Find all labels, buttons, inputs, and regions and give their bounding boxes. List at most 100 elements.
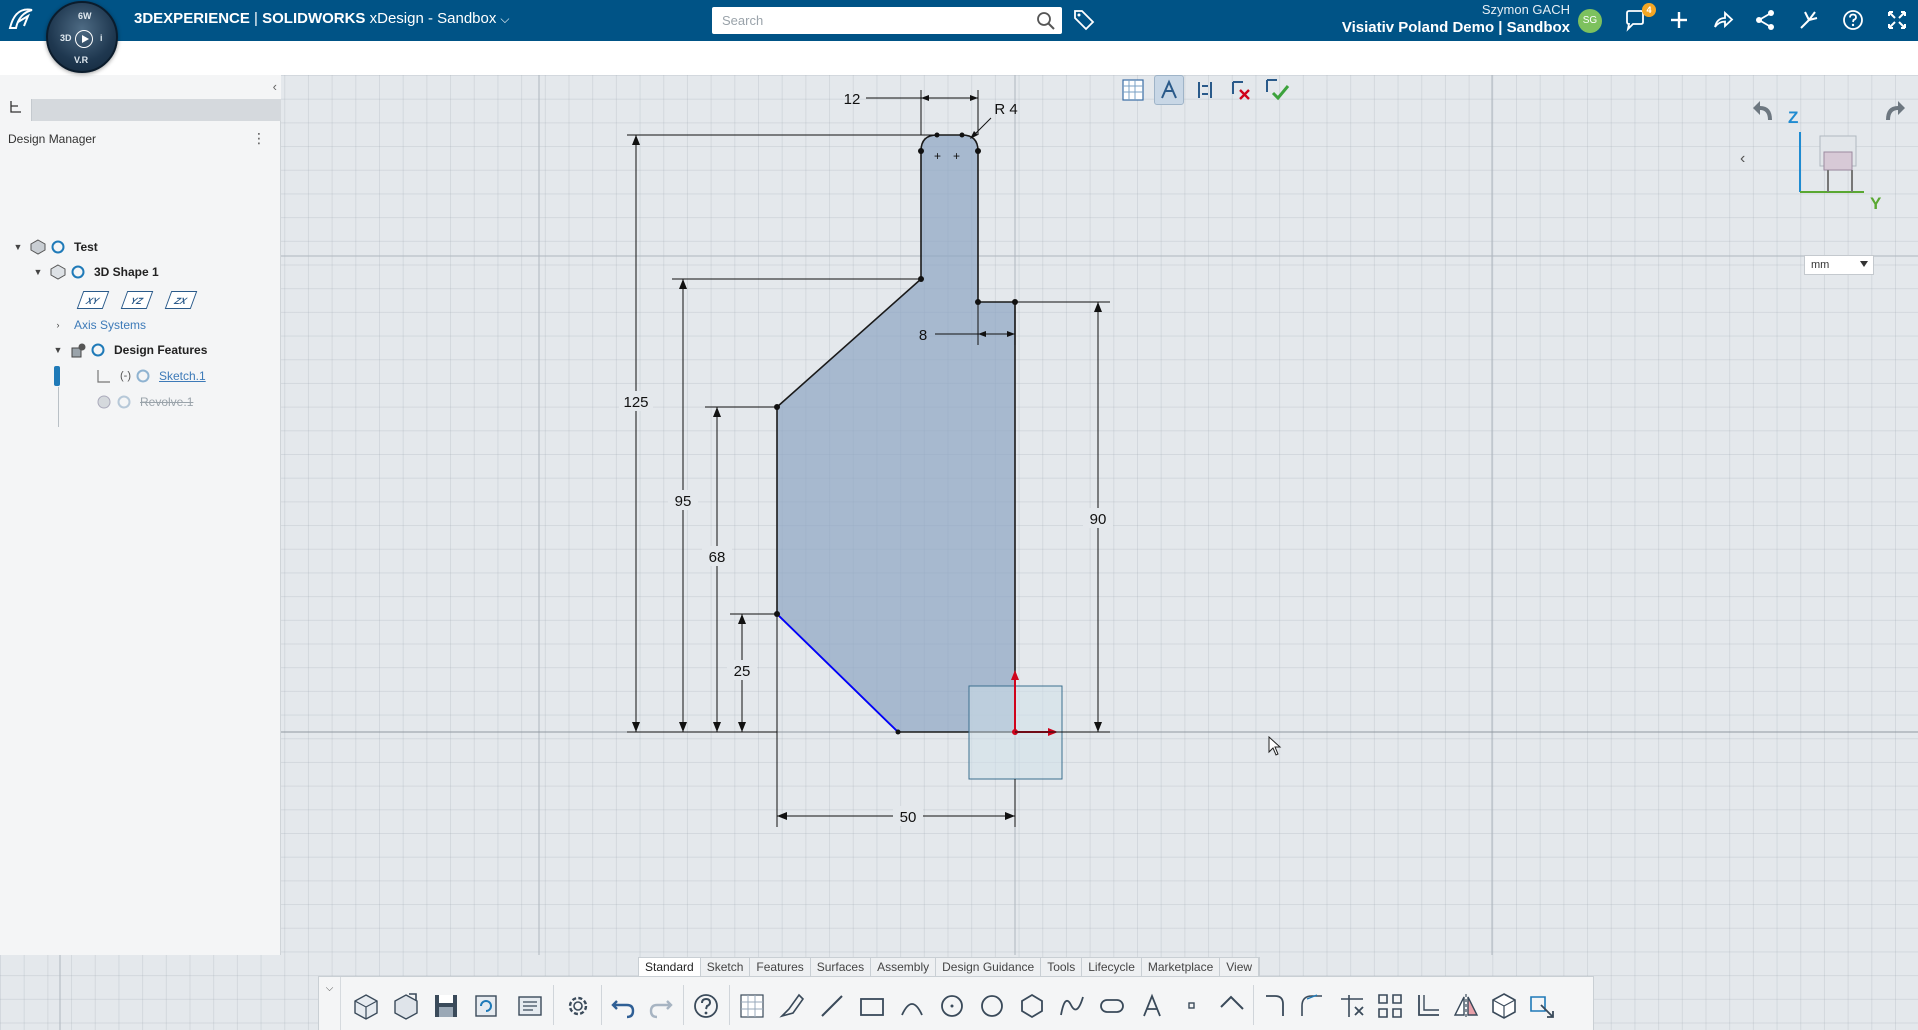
compass-icon[interactable]: 3D 6W i V.R [46,1,118,73]
tab-surfaces[interactable]: Surfaces [810,958,872,977]
update-icon[interactable] [471,991,501,1021]
search-input[interactable] [712,7,1032,34]
compass-quadrant-6w[interactable]: 6W [78,11,92,21]
tab-design-guidance[interactable]: Design Guidance [936,958,1042,977]
rollback-bar[interactable] [54,366,60,386]
polygon-icon[interactable] [1017,991,1047,1021]
tab-assembly[interactable]: Assembly [871,958,937,977]
dim-chamfer-height[interactable]: 25 [734,663,751,680]
compass-quadrant-vr[interactable]: V.R [74,55,88,65]
rotate-left-icon[interactable] [1750,98,1778,131]
sketch-grid-icon[interactable] [737,991,767,1021]
panel-menu-icon[interactable]: ⋮ [252,130,266,147]
tree-item-sketch[interactable]: (-) Sketch.1 [54,366,206,386]
three-point-circle-icon[interactable] [977,991,1007,1021]
help-icon[interactable] [691,991,721,1021]
grid-toggle-icon[interactable] [1118,75,1148,105]
share-icon[interactable] [1710,8,1736,34]
avatar[interactable]: SG [1578,9,1602,33]
plane-xy-icon[interactable]: XY [76,291,110,309]
properties-icon[interactable] [515,991,545,1021]
rectangle-icon[interactable] [857,991,887,1021]
compass-quadrant-i[interactable]: i [100,33,103,43]
pattern-icon[interactable] [1375,991,1405,1021]
dim-base-width[interactable]: 50 [900,809,917,826]
chamfer-icon[interactable] [1297,991,1327,1021]
help-icon[interactable] [1840,8,1866,34]
expand-icon[interactable]: ▼ [52,345,64,355]
convert-icon[interactable] [1489,991,1519,1021]
spline-icon[interactable] [1057,991,1087,1021]
tag-icon[interactable] [1072,8,1096,37]
new-shape-icon[interactable] [351,991,381,1021]
tab-tools[interactable]: Tools [1041,958,1083,977]
circle-icon[interactable] [937,991,967,1021]
sketch-svg[interactable]: + + 12 R 4 125 95 68 25 8 90 50 [0,75,1918,1030]
text-icon[interactable] [1137,991,1167,1021]
tools-icon[interactable] [1796,8,1822,34]
units-dropdown[interactable]: mm [1804,255,1874,275]
chevron-down-icon[interactable] [1860,261,1868,267]
add-icon[interactable] [1666,8,1692,34]
tab-lifecycle[interactable]: Lifecycle [1082,958,1142,977]
dim-overall-height[interactable]: 125 [623,394,648,411]
project-icon[interactable] [1527,991,1557,1021]
arc-icon[interactable] [897,991,927,1021]
plane-yz-icon[interactable]: YZ [120,291,154,309]
tab-sketch[interactable]: Sketch [700,958,751,977]
cancel-sketch-icon[interactable] [1226,75,1256,105]
dim-right-height[interactable]: 90 [1090,511,1107,528]
tree-tab-icon[interactable] [0,99,32,121]
user-block[interactable]: Szymon GACH Visiativ Poland Demo | Sandb… [1342,2,1570,37]
constraints-icon[interactable] [1190,75,1220,105]
undo-icon[interactable] [609,991,639,1021]
ds-logo-icon[interactable] [6,4,38,36]
line-icon[interactable] [817,991,847,1021]
expand-icon[interactable]: ▼ [12,242,24,252]
network-icon[interactable] [1752,8,1778,34]
sketch-profile[interactable] [776,134,1016,733]
save-icon[interactable] [431,991,461,1021]
tree-item-axis-systems[interactable]: › Axis Systems [52,315,147,335]
tab-standard[interactable]: Standard [639,958,701,977]
play-icon[interactable] [75,30,93,48]
dim-top-width[interactable]: 12 [844,91,861,108]
dim-radius[interactable]: R 4 [994,101,1017,118]
tab-features[interactable]: Features [750,958,811,977]
redo-icon[interactable] [645,991,675,1021]
fillet-icon[interactable] [1261,991,1291,1021]
fullscreen-icon[interactable] [1884,8,1910,34]
tree-item-design-features[interactable]: ▼ Design Features [52,340,207,360]
dim-mid-height[interactable]: 68 [709,549,726,566]
exit-sketch-icon[interactable] [1262,75,1292,105]
dim-neck-width[interactable]: 8 [919,327,927,344]
tree-item-3d-shape[interactable]: ▼ 3D Shape 1 [32,262,159,282]
point-icon[interactable] [1177,991,1207,1021]
tab-marketplace[interactable]: Marketplace [1141,958,1221,977]
snap-icon[interactable] [1154,75,1184,105]
collapse-panel-icon[interactable]: ‹ [273,79,277,94]
plane-zx-icon[interactable]: ZX [164,291,198,309]
chevron-down-icon[interactable]: ⌵ [319,977,341,1030]
chevron-down-icon[interactable]: ⌵ [500,12,509,27]
trim-icon[interactable] [1337,991,1367,1021]
tab-view[interactable]: View [1220,958,1260,977]
gear-icon[interactable] [563,991,593,1021]
tree-item-revolve[interactable]: Revolve.1 [96,392,193,412]
open-icon[interactable] [391,991,421,1021]
sketch-pen-icon[interactable] [777,991,807,1021]
chevron-right-icon[interactable]: › [52,320,64,330]
expand-icon[interactable]: ▼ [32,267,44,277]
tree-item-test[interactable]: ▼ Test [12,237,98,257]
chevron-left-icon[interactable]: ‹ [1740,150,1745,168]
search-icon[interactable] [1036,11,1056,31]
slot-icon[interactable] [1097,991,1127,1021]
compass-quadrant-3d[interactable]: 3D [60,33,72,43]
mirror-icon[interactable] [1451,991,1481,1021]
view-cube[interactable] [1792,132,1872,209]
dim-shoulder-height[interactable]: 95 [675,493,692,510]
rotate-right-icon[interactable] [1880,98,1908,131]
construction-line-icon[interactable] [1217,991,1247,1021]
app-title[interactable]: 3DEXPERIENCE | SOLIDWORKS xDesign - Sand… [134,10,509,27]
offset-icon[interactable] [1413,991,1443,1021]
